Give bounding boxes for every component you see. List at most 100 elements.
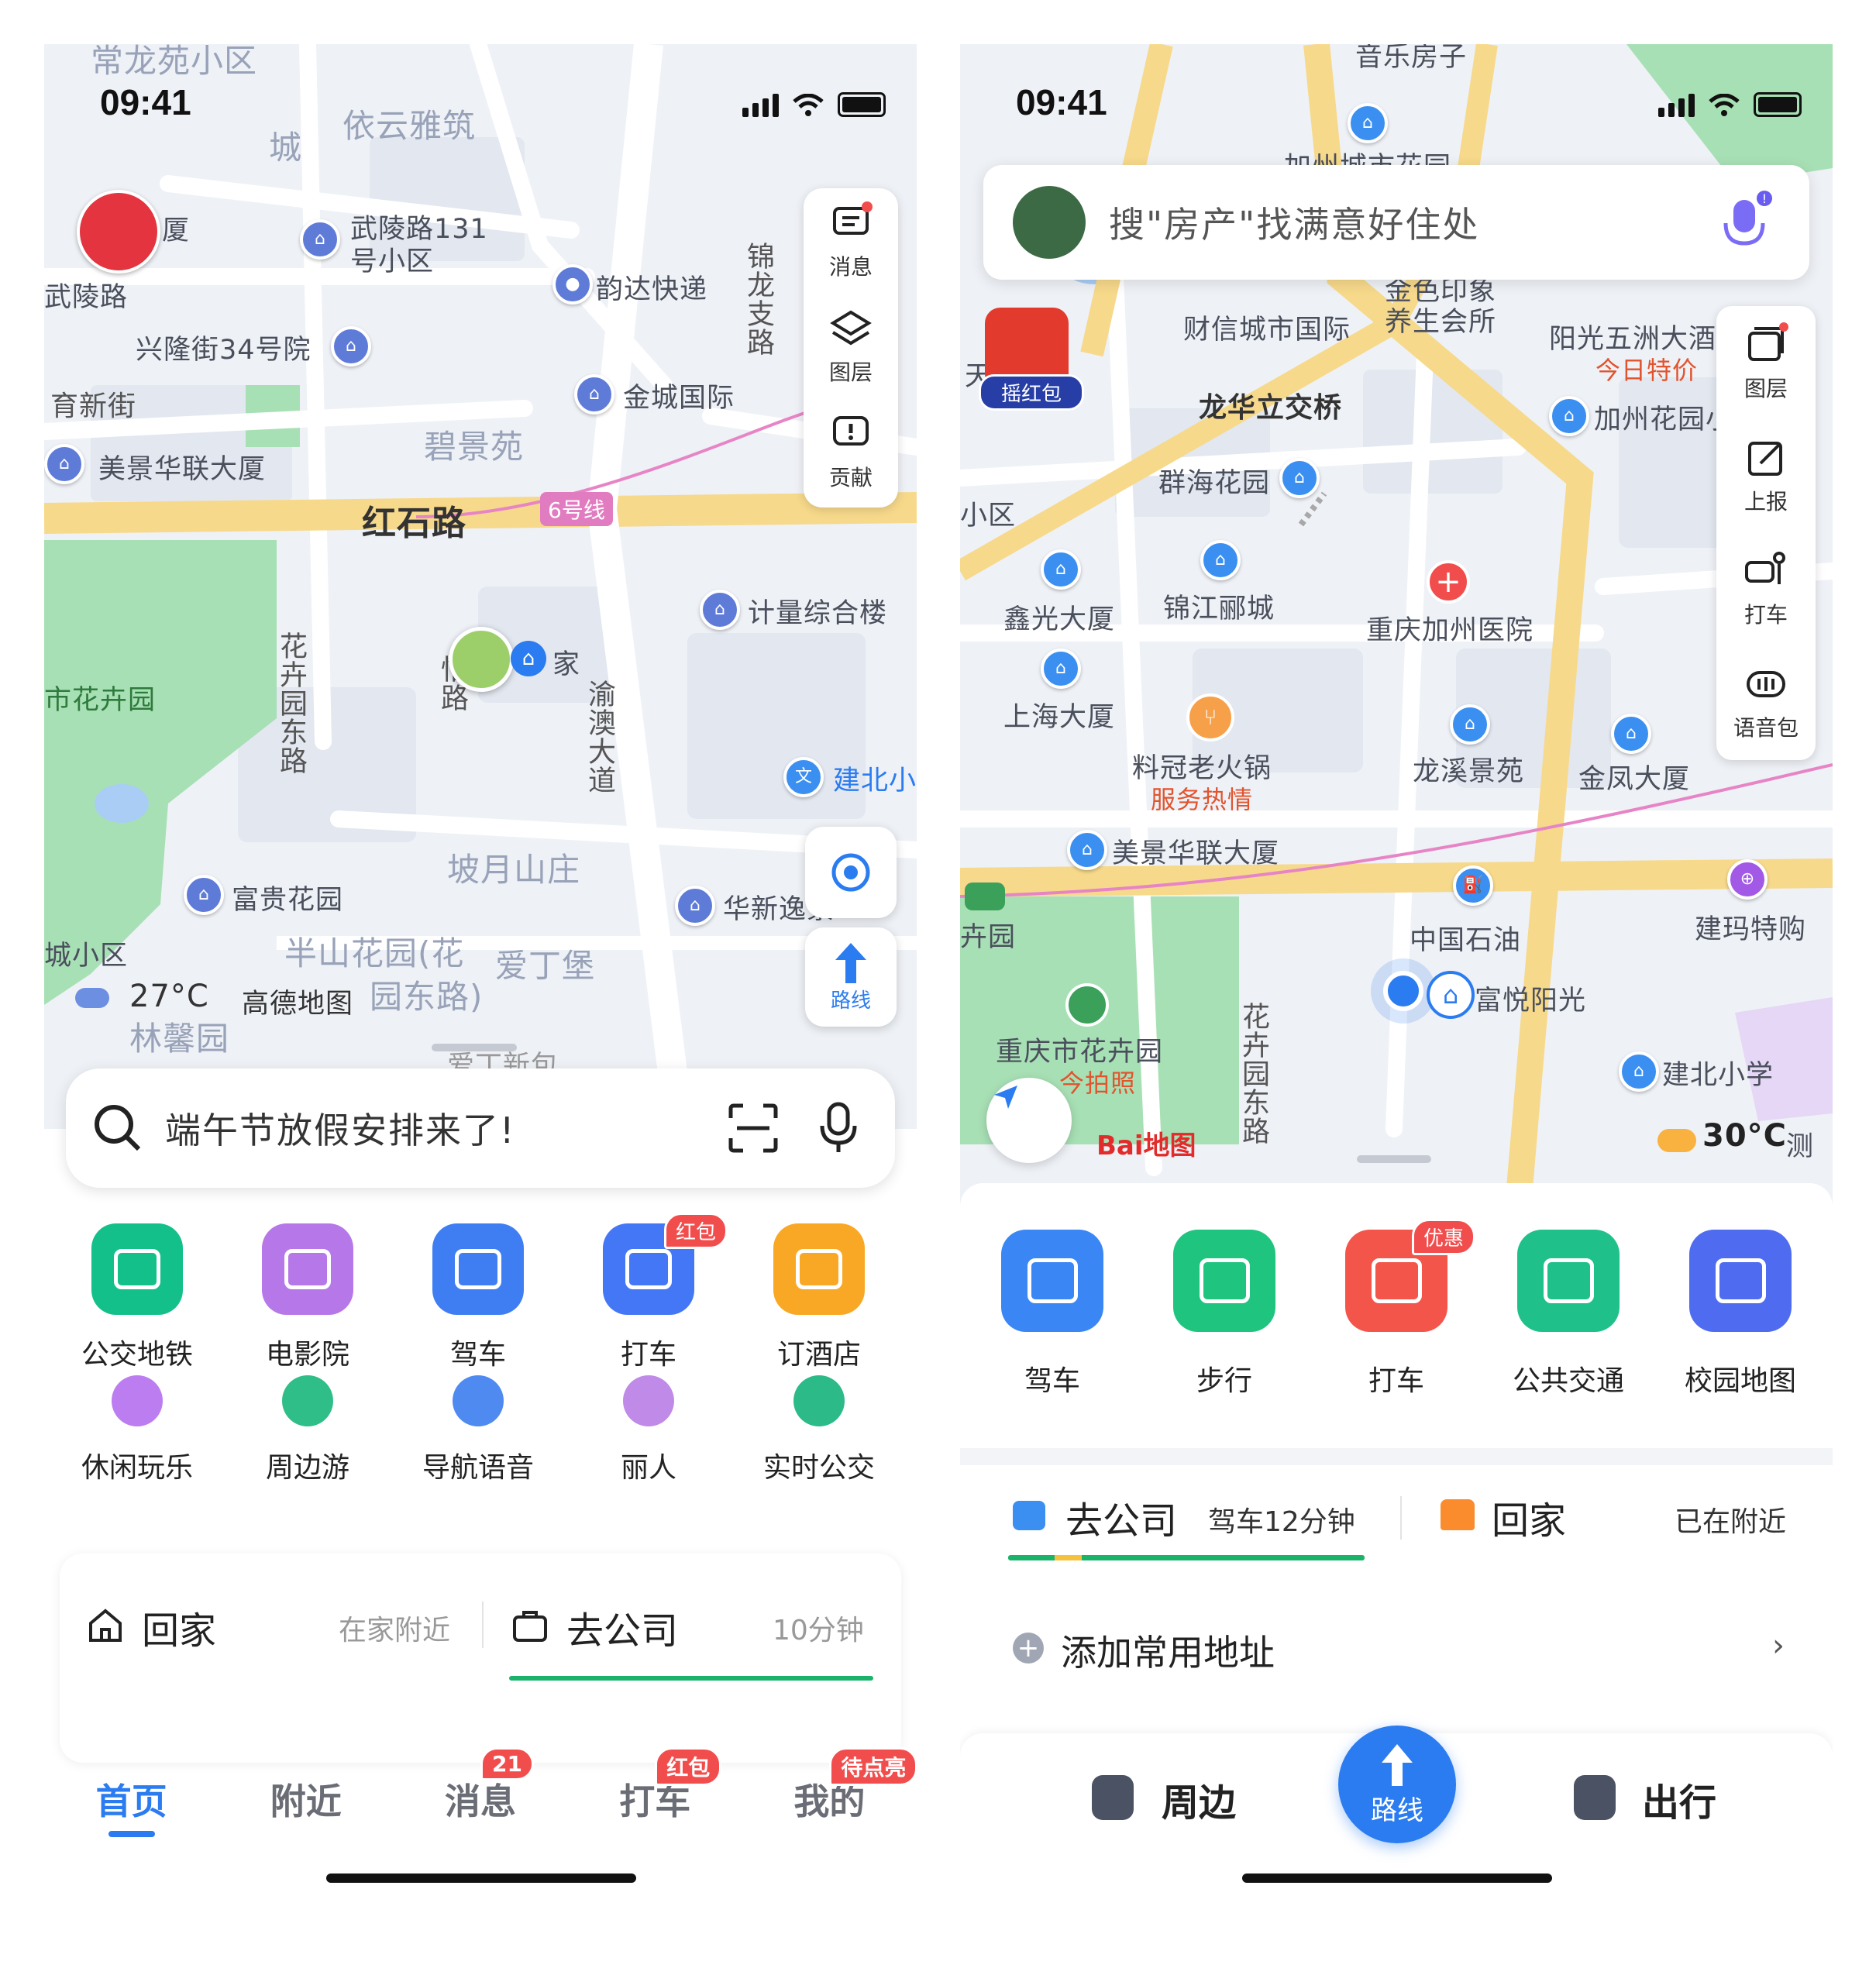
shake-hongbao-badge[interactable]: 摇红包 xyxy=(979,374,1084,411)
residential-poi-icon[interactable]: ⌂ xyxy=(331,326,371,366)
service-item[interactable]: 电影院 xyxy=(222,1223,393,1372)
map-label: 重庆加州医院 xyxy=(1366,615,1534,646)
work-shortcut[interactable]: 去公司 xyxy=(566,1600,678,1654)
divider xyxy=(482,1602,484,1648)
service-item[interactable]: 实时公交 xyxy=(734,1375,904,1485)
residential-poi-icon[interactable]: ⌂ xyxy=(1200,540,1241,580)
layers-icon xyxy=(830,310,872,346)
map-label: 财信城市国际 xyxy=(1183,315,1351,346)
service-item[interactable]: 公交地铁 xyxy=(52,1223,222,1372)
contribute-tool[interactable]: 贡献 xyxy=(804,399,898,504)
service-item[interactable]: 驾车 xyxy=(966,1230,1138,1399)
search-bar[interactable]: 搜"房产"找满意好住处 ! xyxy=(983,165,1809,280)
voice-pack-tool-label: 语音包 xyxy=(1733,715,1799,741)
service-item[interactable]: 打车 红包 xyxy=(563,1213,734,1372)
home-shortcut[interactable]: 回家 xyxy=(142,1600,216,1654)
residential-poi-icon[interactable]: ⌂ xyxy=(675,886,715,926)
school-poi-icon[interactable]: ⌂ xyxy=(1619,1051,1659,1092)
tab-travel[interactable]: 出行 xyxy=(1642,1772,1716,1826)
service-item[interactable]: 校园地图 xyxy=(1654,1230,1826,1399)
residential-poi-icon[interactable]: ⌂ xyxy=(1279,458,1320,498)
tab-item[interactable]: 附近 xyxy=(219,1774,393,1867)
hospital-poi-icon[interactable]: + xyxy=(1427,560,1470,604)
message-tool[interactable]: 消息 xyxy=(804,188,898,294)
work-shortcut[interactable]: 去公司 xyxy=(1065,1490,1177,1544)
report-tool[interactable]: 上报 xyxy=(1716,419,1816,532)
map-label: 锦江郦城 xyxy=(1163,594,1275,624)
building-poi-icon[interactable]: ⌂ xyxy=(1041,549,1081,590)
service-item[interactable]: 步行 xyxy=(1138,1230,1310,1399)
building-poi-icon[interactable]: ⌂ xyxy=(1611,714,1651,754)
residential-poi-icon[interactable]: ⌂ xyxy=(300,219,340,260)
traffic-slow-segment xyxy=(1055,1555,1082,1560)
home-pin-icon[interactable]: ⌂ xyxy=(1427,971,1475,1019)
building-poi-icon[interactable]: ⌂ xyxy=(44,444,84,484)
voice-pack-tool[interactable]: 语音包 xyxy=(1716,645,1816,759)
search-input[interactable]: 端午节放假安排来了! xyxy=(165,1103,728,1154)
signal-icon xyxy=(742,94,779,117)
home-shortcut[interactable]: 回家 xyxy=(1492,1490,1566,1544)
building-poi-icon[interactable]: ⌂ xyxy=(1041,649,1081,689)
building-poi-icon[interactable]: ⌂ xyxy=(574,374,614,415)
home-pin-icon[interactable]: ⌂ xyxy=(511,641,546,676)
residential-poi-icon[interactable]: ⌂ xyxy=(1348,103,1388,143)
taxi-tool[interactable]: 打车 xyxy=(1716,532,1816,645)
briefcase-icon xyxy=(1013,1501,1045,1530)
tab-item[interactable]: 首页 xyxy=(44,1774,219,1867)
route-main-button[interactable]: 路线 xyxy=(1338,1726,1456,1843)
route-button[interactable]: 路线 xyxy=(805,927,897,1027)
voice-search-icon[interactable]: ! xyxy=(1719,189,1774,256)
user-location-dot[interactable] xyxy=(1383,971,1423,1011)
sheet-handle[interactable] xyxy=(432,1044,517,1051)
sheet-handle[interactable] xyxy=(1357,1155,1431,1163)
service-item[interactable]: 打车 优惠 xyxy=(1310,1219,1482,1399)
residential-poi-icon[interactable]: ⌂ xyxy=(184,875,224,915)
tab-item[interactable]: 我的 待点亮 xyxy=(742,1747,917,1867)
compass-button[interactable] xyxy=(986,1078,1072,1163)
left-phone-screen: 常龙苑小区 城 依云雅筑 厦 ⌂ 武陵路131 号小区 武陵路 ● 韵达快递 锦… xyxy=(44,44,917,1911)
restaurant-poi-icon[interactable]: ⑂ xyxy=(1186,693,1234,741)
location-poi-icon[interactable]: ● xyxy=(552,264,593,305)
school-poi-icon[interactable]: 文 xyxy=(783,757,824,797)
service-item-label: 打车 xyxy=(1368,1365,1424,1397)
map-label: 中国石油 xyxy=(1410,925,1522,956)
user-location-marker[interactable] xyxy=(449,627,514,692)
residential-poi-icon[interactable]: ⌂ xyxy=(1549,396,1589,436)
locate-button[interactable] xyxy=(805,827,897,918)
map-label: 育新街 xyxy=(50,391,137,422)
map-label: 厦 xyxy=(162,215,191,246)
service-item[interactable]: 导航语音 xyxy=(393,1375,563,1485)
service-item[interactable]: 公共交通 xyxy=(1482,1230,1654,1399)
building-poi-icon[interactable]: ⌂ xyxy=(1067,830,1107,870)
building-poi-icon[interactable]: ⌂ xyxy=(700,590,740,630)
car-avatar-icon[interactable] xyxy=(1013,186,1086,259)
park-poi-icon[interactable] xyxy=(1065,983,1109,1027)
map-area[interactable]: 常龙苑小区 城 依云雅筑 厦 ⌂ 武陵路131 号小区 武陵路 ● 韵达快递 锦… xyxy=(44,44,917,1129)
add-address-row[interactable]: + 添加常用地址 › xyxy=(960,1609,1833,1687)
red-envelope-icon[interactable] xyxy=(985,308,1069,385)
gas-station-poi-icon[interactable]: ⛽ xyxy=(1453,865,1493,906)
service-item-label: 周边游 xyxy=(265,1452,349,1484)
search-input[interactable]: 搜"房产"找满意好住处 xyxy=(1109,197,1719,248)
icon-glyph xyxy=(796,1249,842,1289)
tab-item[interactable]: 打车 红包 xyxy=(568,1747,742,1867)
layers-tool[interactable]: 图层 xyxy=(1716,306,1816,419)
tab-item[interactable]: 消息 21 xyxy=(393,1747,567,1867)
shopping-poi-icon[interactable]: ⊕ xyxy=(1727,859,1768,900)
service-item[interactable]: 丽人 xyxy=(563,1375,734,1485)
layers-tool[interactable]: 图层 xyxy=(804,294,898,399)
service-item[interactable]: 休闲玩乐 xyxy=(52,1375,222,1485)
residential-poi-icon[interactable]: ⌂ xyxy=(1450,704,1490,745)
service-item[interactable]: 驾车 xyxy=(393,1223,563,1372)
service-item-label: 步行 xyxy=(1196,1365,1252,1397)
red-envelope-avatar[interactable] xyxy=(77,190,160,274)
scan-icon[interactable] xyxy=(728,1103,779,1154)
status-icons xyxy=(742,92,886,117)
tab-label: 附近 xyxy=(270,1781,342,1822)
tab-nearby[interactable]: 周边 xyxy=(1162,1772,1236,1826)
service-item[interactable]: 周边游 xyxy=(222,1375,393,1485)
service-item[interactable]: 订酒店 xyxy=(734,1223,904,1372)
microphone-icon[interactable] xyxy=(818,1101,859,1155)
travel-mode-grid: 驾车 步行 打车 优惠 公共交通 校园地图 xyxy=(966,1219,1826,1399)
search-bar[interactable]: 端午节放假安排来了! xyxy=(66,1068,895,1188)
